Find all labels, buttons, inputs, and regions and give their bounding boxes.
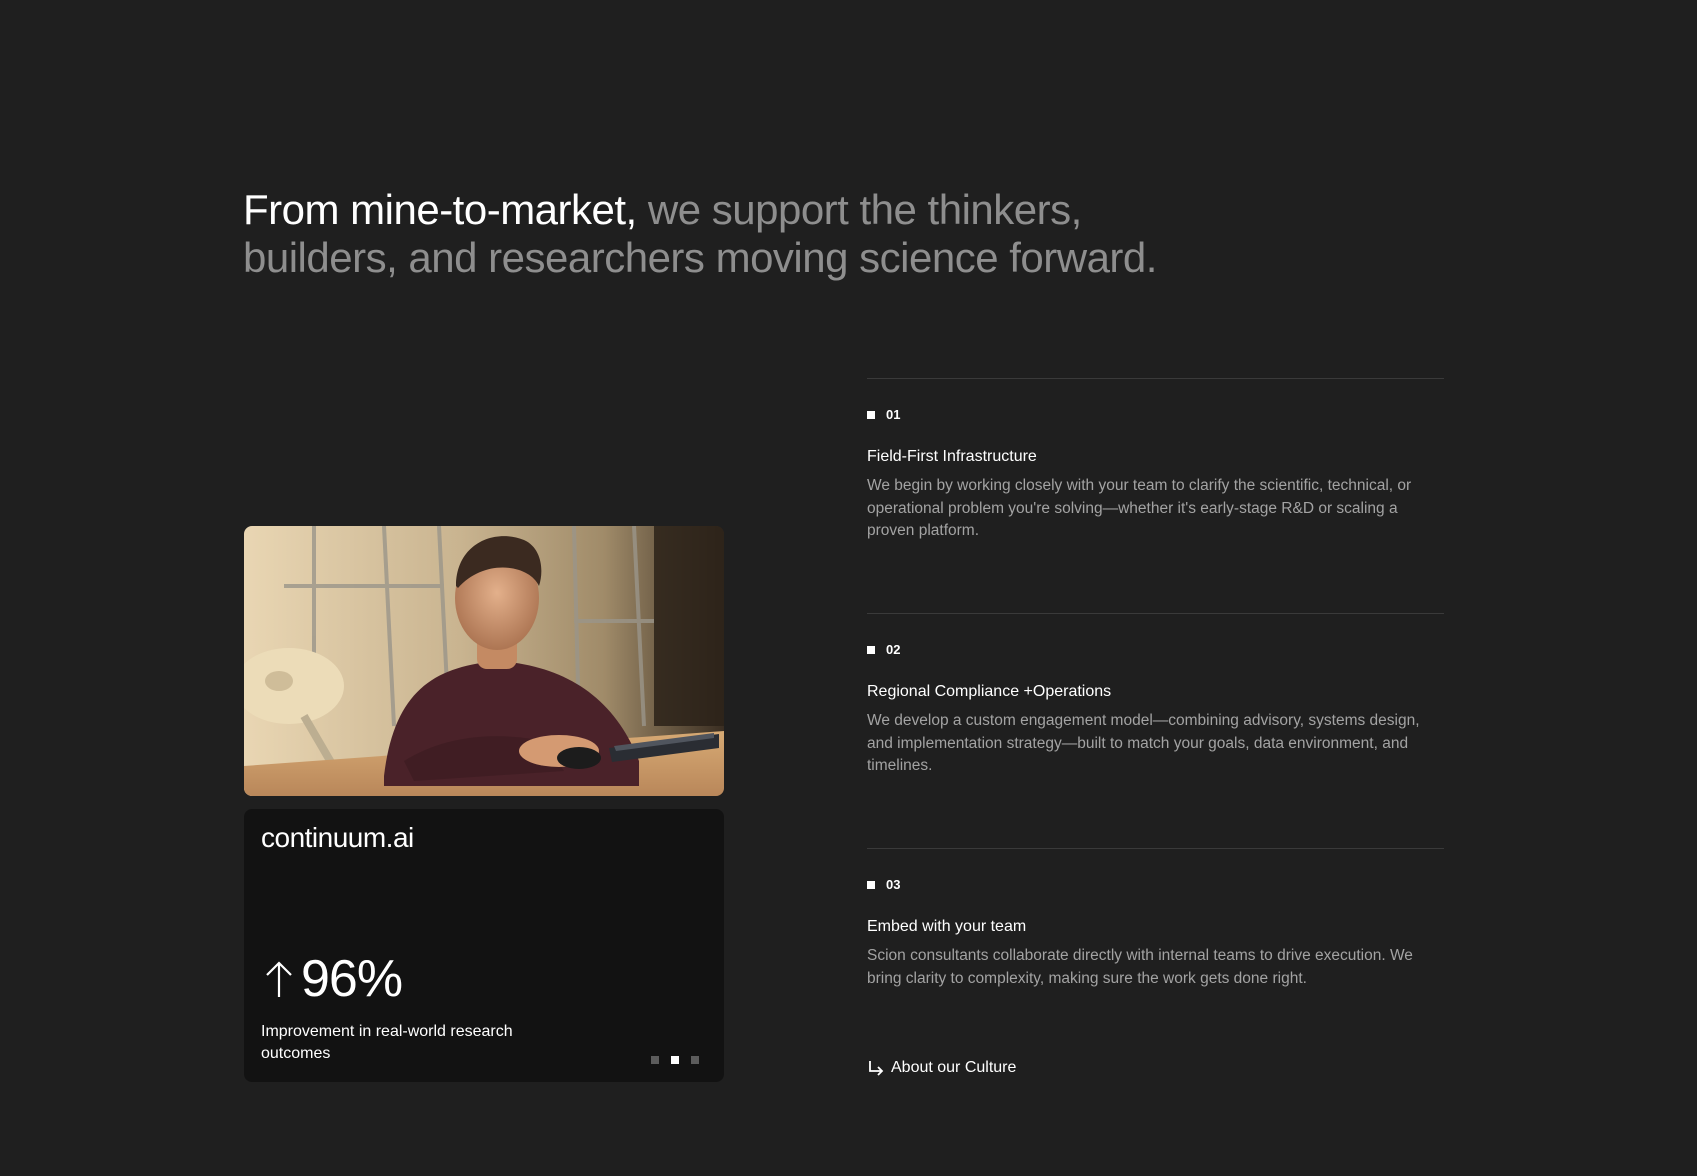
step-title: Field-First Infrastructure [867,448,1037,465]
arrow-down-right-icon [869,1061,884,1076]
steps-list: 01 Field-First Infrastructure We begin b… [867,378,1444,1083]
carousel-dots [651,1056,699,1064]
stat-block: 96% [263,949,403,1009]
step-item: 03 Embed with your team Scion consultant… [867,848,1444,1083]
step-body: We develop a custom engagement model—com… [867,712,1420,774]
stat-value: 96% [301,950,403,1008]
step-number-label: 02 [886,642,901,657]
step-item: 01 Field-First Infrastructure We begin b… [867,378,1444,613]
square-bullet-icon [867,645,875,654]
stat-card: continuum.ai 96% Improvement in real-wor… [244,809,724,1082]
step-body: Scion consultants collaborate directly w… [867,947,1413,987]
about-culture-link[interactable]: About our Culture [867,1059,1016,1077]
headline-strong: From mine-to-market, [243,186,637,233]
step-body: We begin by working closely with your te… [867,477,1412,539]
page-headline: From mine-to-market, we support the thin… [243,186,1203,282]
page: From mine-to-market, we support the thin… [0,0,1697,1176]
step-title: Regional Compliance +Operations [867,683,1112,700]
step-number: 03 [867,877,900,892]
arrow-up-icon [266,961,292,997]
brand-name: continuum.ai [261,822,414,853]
step-number: 02 [867,642,900,657]
square-bullet-icon [867,880,875,889]
step-number-label: 03 [886,877,901,892]
step-title: Embed with your team [867,918,1027,935]
square-bullet-icon [867,410,875,419]
step-number: 01 [867,407,900,422]
carousel-dot-active[interactable] [671,1056,679,1064]
about-culture-label: About our Culture [891,1059,1017,1076]
carousel-dot[interactable] [651,1056,659,1064]
carousel-dot[interactable] [691,1056,699,1064]
step-number-label: 01 [886,407,901,422]
step-item: 02 Regional Compliance +Operations We de… [867,613,1444,848]
stat-caption: Improvement in real-world research outco… [261,1023,513,1062]
team-member-photo [244,526,724,796]
